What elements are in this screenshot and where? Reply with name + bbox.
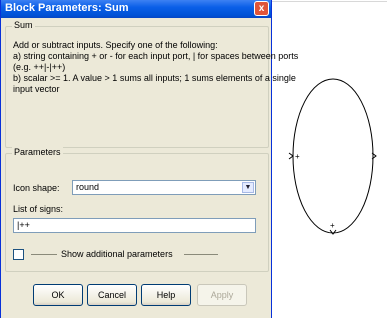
input-port-marker: [288, 152, 294, 160]
close-icon[interactable]: x: [254, 1, 269, 16]
ok-button[interactable]: OK: [33, 284, 83, 306]
cancel-button[interactable]: Cancel: [87, 284, 137, 306]
description-line: input vector: [13, 84, 60, 94]
model-canvas: + +: [272, 0, 387, 318]
divider-line: [31, 254, 57, 255]
signs-input-value: |++: [17, 220, 30, 230]
sum-block[interactable]: + +: [272, 0, 387, 318]
sum-block-circle[interactable]: [292, 78, 374, 234]
sum-group: Sum Add or subtract inputs. Specify one …: [5, 20, 299, 148]
title-bar[interactable]: Block Parameters: Sum x: [1, 0, 271, 18]
block-parameters-dialog: Block Parameters: Sum x Sum Add or subtr…: [0, 0, 299, 318]
show-additional-checkbox[interactable]: [13, 249, 24, 260]
apply-button[interactable]: Apply: [197, 284, 247, 306]
input-sign-label: +: [330, 221, 335, 230]
description-line: Add or subtract inputs. Specify one of t…: [13, 40, 218, 50]
icon-shape-select[interactable]: round ▼: [72, 180, 256, 195]
dialog-title: Block Parameters: Sum: [5, 2, 129, 14]
description-line: b) scalar >= 1. A value > 1 sums all inp…: [13, 73, 296, 83]
icon-shape-label: Icon shape:: [13, 183, 60, 193]
icon-shape-value: round: [76, 182, 100, 192]
description-line: (e.g. ++|-|++): [13, 62, 66, 72]
input-sign-label: +: [295, 152, 300, 161]
sum-description: Add or subtract inputs. Specify one of t…: [13, 40, 299, 95]
show-additional-label: Show additional parameters: [61, 249, 173, 259]
description-line: a) string containing + or - for each inp…: [13, 51, 299, 61]
parameters-group-legend: Parameters: [12, 147, 63, 157]
sum-group-legend: Sum: [12, 20, 35, 30]
chevron-down-icon[interactable]: ▼: [242, 182, 254, 193]
help-button[interactable]: Help: [141, 284, 191, 306]
divider-line: [184, 254, 218, 255]
signs-label: List of signs:: [13, 204, 64, 214]
parameters-group: Parameters Icon shape: round ▼ List of s…: [5, 147, 269, 272]
canvas-top-line: [272, 1, 387, 2]
signs-input[interactable]: |++: [13, 218, 256, 233]
